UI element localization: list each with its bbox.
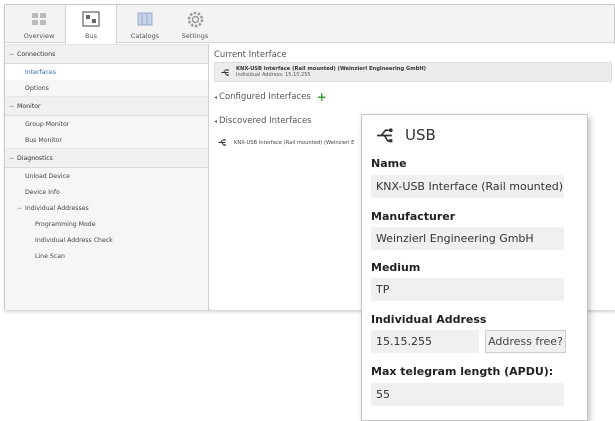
section-monitor[interactable]: − Monitor [5, 96, 208, 116]
medium-value: TP [371, 278, 564, 301]
popup-title: USB [376, 126, 436, 144]
current-interface-address: Individual Address: 15.15.255 [236, 72, 311, 78]
individual-address-label: Individual Address [371, 313, 487, 326]
apdu-label: Max telegram length (APDU): [371, 365, 554, 378]
individual-address-input[interactable]: 15.15.255 [371, 330, 479, 353]
settings-icon [186, 10, 204, 28]
sidebar-item-individual-addresses[interactable]: − Individual Addresses [5, 200, 208, 216]
collapse-icon: − [17, 204, 23, 212]
sidebar-item-individual-address-check[interactable]: Individual Address Check [5, 232, 208, 248]
usb-icon [221, 68, 230, 76]
discovered-interfaces-header[interactable]: ◂ Discovered Interfaces [214, 116, 312, 126]
tab-settings[interactable]: Settings [169, 5, 221, 43]
sidebar-item-interfaces[interactable]: Interfaces [5, 64, 208, 80]
name-label: Name [371, 157, 407, 170]
expand-triangle-icon: ◂ [214, 93, 218, 101]
medium-label: Medium [371, 261, 421, 274]
section-diagnostics[interactable]: − Diagnostics [5, 148, 208, 168]
sidebar-item-line-scan[interactable]: Line Scan [5, 248, 208, 264]
section-monitor-label: Monitor [17, 102, 41, 110]
sidebar-item-group-monitor[interactable]: Group Monitor [5, 116, 208, 132]
add-icon[interactable]: + [317, 91, 327, 103]
configured-interfaces-heading: Configured Interfaces [219, 92, 311, 102]
sidebar-item-options[interactable]: Options [5, 80, 208, 96]
sidebar-item-bus-monitor[interactable]: Bus Monitor [5, 132, 208, 148]
usb-icon [218, 139, 227, 146]
popup-title-label: USB [405, 126, 436, 144]
sidebar-item-device-info[interactable]: Device Info [5, 184, 208, 200]
current-interface-heading: Current Interface [214, 50, 287, 60]
discovered-interface-label: KNX-USB Interface (Rail mounted) (Weinzi… [234, 139, 355, 146]
section-connections-label: Connections [17, 50, 56, 58]
tab-catalogs[interactable]: Catalogs [119, 5, 171, 43]
tab-overview[interactable]: Overview [13, 5, 65, 43]
usb-icon [376, 127, 395, 143]
catalogs-icon [136, 10, 154, 28]
manufacturer-value: Weinzierl Engineering GmbH [371, 227, 564, 250]
ribbon: Overview Bus Catalogs Settings [5, 5, 614, 44]
tab-bus-label: Bus [85, 32, 97, 40]
apdu-value: 55 [371, 383, 564, 406]
section-diagnostics-label: Diagnostics [17, 154, 53, 162]
overview-icon [30, 10, 48, 28]
expand-triangle-icon: ◂ [214, 117, 218, 125]
section-connections[interactable]: − Connections [5, 44, 208, 64]
tab-overview-label: Overview [23, 32, 55, 40]
sidebar-item-programming-mode[interactable]: Programming Mode [5, 216, 208, 232]
collapse-icon: − [9, 154, 15, 162]
tab-catalogs-label: Catalogs [130, 32, 160, 40]
interface-details-popup: USB Name KNX-USB Interface (Rail mounted… [361, 114, 588, 421]
sidebar-item-unload-device[interactable]: Unload Device [5, 168, 208, 184]
name-value: KNX-USB Interface (Rail mounted) [371, 175, 564, 198]
tab-bus[interactable]: Bus [65, 5, 117, 44]
discovered-interfaces-heading: Discovered Interfaces [219, 116, 312, 126]
collapse-icon: − [9, 102, 15, 110]
sidebar: − Connections Interfaces Options − Monit… [5, 44, 209, 310]
bus-icon [82, 10, 100, 28]
discovered-interface-item[interactable]: KNX-USB Interface (Rail mounted) (Weinzi… [218, 139, 354, 146]
current-interface-row[interactable]: KNX-USB Interface (Rail mounted) (Weinzi… [214, 62, 612, 82]
configured-interfaces-header[interactable]: ◂ Configured Interfaces + [214, 91, 327, 103]
address-free-button[interactable]: Address free? [485, 330, 566, 353]
tab-settings-label: Settings [181, 32, 209, 40]
manufacturer-label: Manufacturer [371, 210, 456, 223]
sidebar-item-individual-addresses-label: Individual Addresses [25, 204, 89, 212]
collapse-icon: − [9, 50, 15, 58]
